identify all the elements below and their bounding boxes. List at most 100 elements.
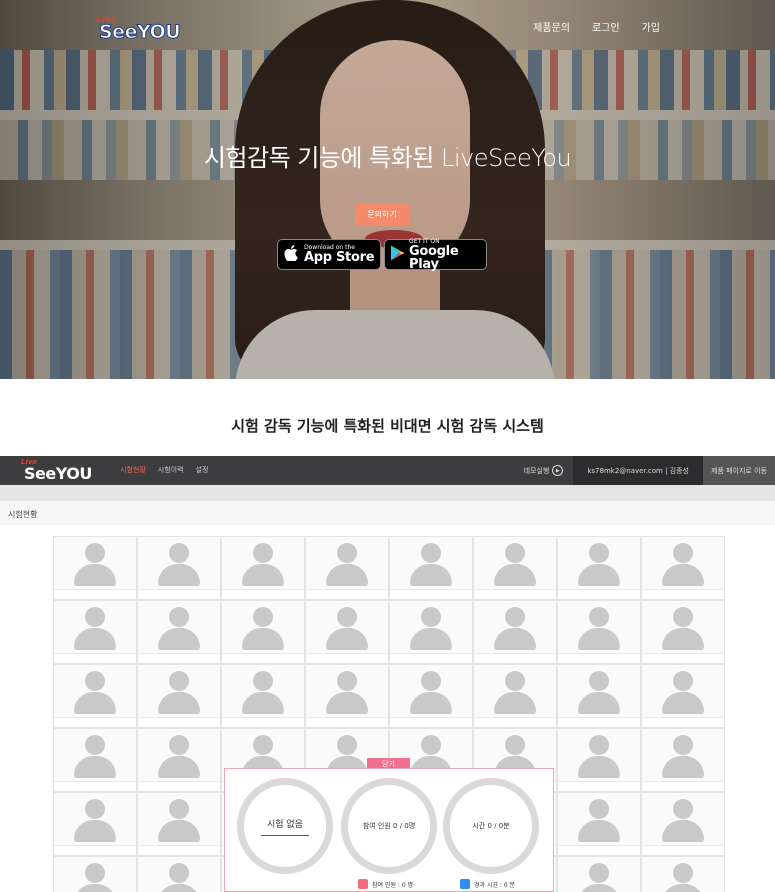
apple-icon: [278, 244, 304, 265]
legend-swatch: [460, 879, 470, 889]
participant-tile[interactable]: [305, 664, 389, 728]
hero-title: 시험감독 기능에 특화된 LiveSeeYou: [203, 144, 572, 172]
avatar-placeholder-icon: [337, 543, 357, 563]
participants-text: 참여 인원 0 / 0명: [362, 822, 416, 830]
participant-tile[interactable]: [137, 600, 221, 664]
participant-tile[interactable]: [221, 664, 305, 728]
avatar-placeholder-icon: [589, 671, 609, 691]
participant-tile[interactable]: [641, 664, 725, 728]
participant-tile[interactable]: [137, 856, 221, 892]
app-header-bar: Live SeeYOU 시험현황 시험이력 설정 데모실행 ▶ ks78mk2@…: [0, 456, 775, 485]
participant-tile[interactable]: [53, 664, 137, 728]
avatar-placeholder-icon: [85, 671, 105, 691]
app-tab-settings[interactable]: 설정: [196, 465, 209, 475]
legend-time-label: 경과 시간 : 0 분: [474, 881, 516, 889]
avatar-placeholder-icon: [337, 607, 357, 627]
avatar-placeholder-icon: [85, 543, 105, 563]
avatar-placeholder-icon: [673, 863, 693, 883]
participant-tile[interactable]: [221, 600, 305, 664]
avatar-placeholder-icon: [505, 735, 525, 755]
app-header-right: 데모실행 ▶ ks78mk2@naver.com | 김종성 제품 페이지로 이…: [514, 456, 775, 485]
avatar-placeholder-icon: [589, 735, 609, 755]
avatar-placeholder-icon: [253, 735, 273, 755]
participant-tile[interactable]: [137, 536, 221, 600]
participant-tile[interactable]: [389, 664, 473, 728]
participant-tile[interactable]: [473, 600, 557, 664]
participant-tile[interactable]: [389, 536, 473, 600]
avatar-placeholder-icon: [253, 671, 273, 691]
avatar-placeholder-icon: [673, 607, 693, 627]
participant-tile[interactable]: [641, 792, 725, 856]
status-popup: 시험 없음 참여 인원 0 / 0명 시간 0 / 0분 참여 인원 : 0 명…: [224, 768, 554, 892]
app-tab-exam-history[interactable]: 시험이력: [158, 465, 184, 475]
avatar-placeholder-icon: [589, 543, 609, 563]
participant-tile[interactable]: [557, 600, 641, 664]
avatar-placeholder-icon: [169, 607, 189, 627]
app-page-title: 시험현황: [0, 501, 775, 525]
participant-tile[interactable]: [557, 728, 641, 792]
participant-tile[interactable]: [137, 792, 221, 856]
app-brand-logo[interactable]: Live SeeYOU: [21, 458, 101, 483]
participant-tile[interactable]: [53, 600, 137, 664]
avatar-placeholder-icon: [85, 735, 105, 755]
participant-tile[interactable]: [305, 536, 389, 600]
participant-tile[interactable]: [473, 536, 557, 600]
participant-tile[interactable]: [53, 792, 137, 856]
participant-tile[interactable]: [53, 728, 137, 792]
participant-tile[interactable]: [641, 856, 725, 892]
participant-tile[interactable]: [557, 664, 641, 728]
demo-run-button[interactable]: 데모실행 ▶: [514, 465, 574, 476]
nav-inquiry-link[interactable]: 제품문의: [533, 19, 570, 34]
exam-status-ring: 시험 없음: [237, 778, 333, 874]
participant-tile[interactable]: [305, 600, 389, 664]
participant-tile[interactable]: [473, 664, 557, 728]
participant-tile[interactable]: [557, 792, 641, 856]
inquiry-button[interactable]: 문의하기: [355, 204, 409, 226]
exam-status-text: 시험 없음: [261, 817, 309, 836]
avatar-placeholder-icon: [337, 671, 357, 691]
user-account[interactable]: ks78mk2@naver.com | 김종성: [573, 456, 703, 485]
participant-tile[interactable]: [389, 600, 473, 664]
legend-participants: 참여 인원 : 0 명: [358, 879, 413, 889]
participant-tile[interactable]: [641, 536, 725, 600]
avatar-placeholder-icon: [421, 543, 441, 563]
participant-tile[interactable]: [221, 536, 305, 600]
avatar-placeholder-icon: [589, 607, 609, 627]
participant-tile[interactable]: [557, 536, 641, 600]
avatar-placeholder-icon: [421, 735, 441, 755]
time-ring: 시간 0 / 0분: [443, 778, 539, 874]
avatar-placeholder-icon: [169, 863, 189, 883]
top-nav: 제품문의 로그인 가입: [533, 19, 660, 34]
avatar-placeholder-icon: [673, 735, 693, 755]
legend-participants-label: 참여 인원 : 0 명: [372, 881, 414, 889]
participant-tile[interactable]: [641, 600, 725, 664]
participant-tile[interactable]: [53, 856, 137, 892]
nav-login-link[interactable]: 로그인: [592, 19, 620, 34]
avatar-placeholder-icon: [673, 799, 693, 819]
avatar-placeholder-icon: [421, 607, 441, 627]
avatar-placeholder-icon: [169, 735, 189, 755]
participant-tile[interactable]: [137, 728, 221, 792]
logo-main-text: SeeYOU: [98, 21, 181, 44]
nav-signup-link[interactable]: 가입: [642, 19, 660, 34]
app-store-button[interactable]: Download on the App Store: [277, 239, 381, 270]
participant-tile[interactable]: [641, 728, 725, 792]
goto-product-page-button[interactable]: 제품 페이지로 이동: [703, 456, 775, 485]
play-circle-icon: ▶: [552, 465, 564, 476]
avatar-placeholder-icon: [505, 543, 525, 563]
section-title: 시험 감독 기능에 특화된 비대면 시험 감독 시스템: [231, 417, 544, 435]
avatar-placeholder-icon: [589, 863, 609, 883]
avatar-placeholder-icon: [673, 671, 693, 691]
avatar-placeholder-icon: [421, 671, 441, 691]
app-tab-exam-status[interactable]: 시험현황: [120, 465, 146, 475]
brand-logo[interactable]: Live SeeYOU: [96, 15, 186, 45]
avatar-placeholder-icon: [169, 543, 189, 563]
participant-tile[interactable]: [557, 856, 641, 892]
participant-tile[interactable]: [137, 664, 221, 728]
google-play-button[interactable]: GET IT ON Google Play: [384, 238, 487, 271]
time-text: 시간 0 / 0분: [472, 822, 510, 830]
avatar-placeholder-icon: [673, 543, 693, 563]
participant-tile[interactable]: [53, 536, 137, 600]
avatar-placeholder-icon: [169, 799, 189, 819]
avatar-placeholder-icon: [85, 799, 105, 819]
